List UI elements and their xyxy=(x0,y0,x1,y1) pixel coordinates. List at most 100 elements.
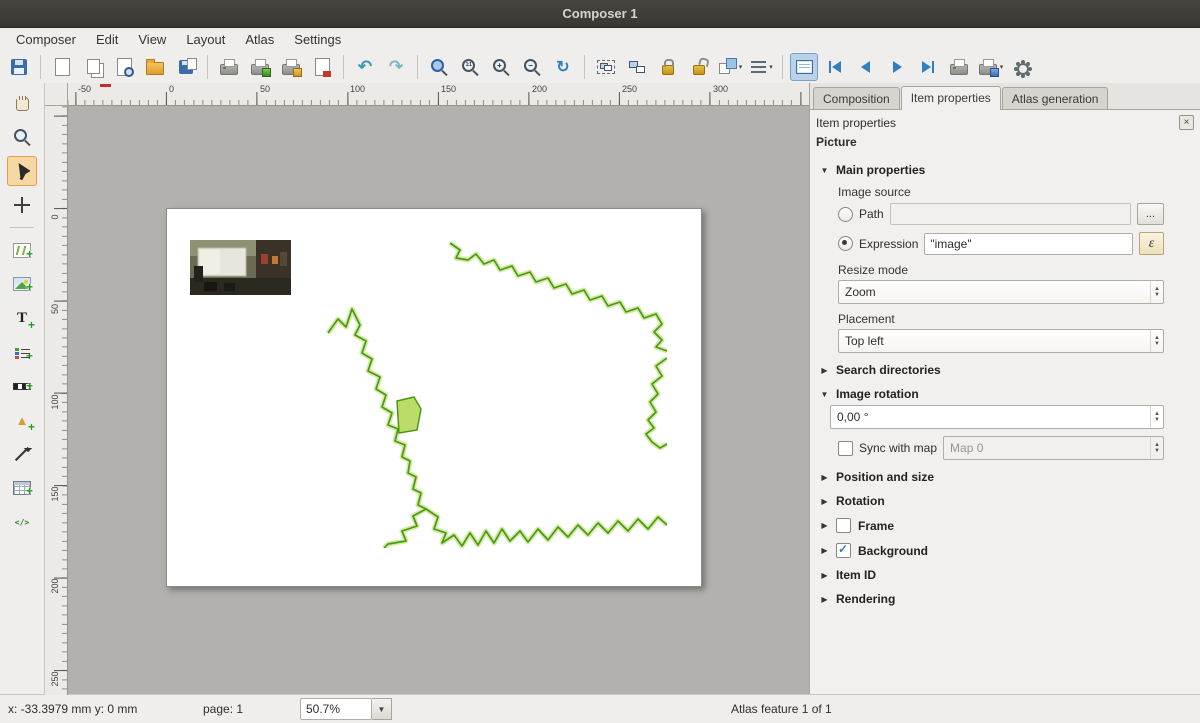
panel-tabs: CompositionItem propertiesAtlas generati… xyxy=(810,83,1200,110)
menu-atlas[interactable]: Atlas xyxy=(235,30,284,49)
raise-selected-items-button[interactable]: ▾ xyxy=(716,53,744,81)
move-item-content-tool-button[interactable] xyxy=(7,190,37,220)
section-image-rotation[interactable]: ▼ Image rotation xyxy=(820,387,1164,401)
group-items-button[interactable] xyxy=(592,53,620,81)
atlas-next-feature-button[interactable] xyxy=(883,53,911,81)
collapse-arrow-icon: ▼ xyxy=(820,166,829,175)
new-composition-button[interactable] xyxy=(48,53,76,81)
collapse-arrow-icon: ▶ xyxy=(820,473,829,482)
sync-with-map-checkbox[interactable] xyxy=(838,441,853,456)
section-rendering[interactable]: ▶ Rendering xyxy=(820,592,1164,606)
menu-view[interactable]: View xyxy=(128,30,176,49)
background-checkbox[interactable]: ✓ xyxy=(836,543,851,558)
unlock-all-items-button[interactable] xyxy=(685,53,713,81)
undo-icon: ↶ xyxy=(355,57,375,77)
save-as-template-button[interactable] xyxy=(172,53,200,81)
refresh-view-button[interactable]: ↻ xyxy=(549,53,577,81)
duplicate-composition-button[interactable] xyxy=(79,53,107,81)
undo-button[interactable]: ↶ xyxy=(351,53,379,81)
align-items-button[interactable]: ▾ xyxy=(747,53,775,81)
atlas-previous-feature-button[interactable] xyxy=(852,53,880,81)
path-input[interactable] xyxy=(890,203,1131,225)
zoom-out-button[interactable]: − xyxy=(518,53,546,81)
picture-item[interactable] xyxy=(190,240,291,295)
save-project-button[interactable] xyxy=(5,53,33,81)
add-basic-shape-button[interactable]: ▲+ xyxy=(7,405,37,435)
frame-checkbox[interactable] xyxy=(836,518,851,533)
tab-composition[interactable]: Composition xyxy=(813,87,900,109)
export-as-svg-button[interactable] xyxy=(277,53,305,81)
panel-close-button[interactable]: × xyxy=(1179,115,1194,130)
add-image-button[interactable]: + xyxy=(7,269,37,299)
new-composition-icon xyxy=(55,58,70,76)
zoom-dropdown-button[interactable]: ▼ xyxy=(372,698,392,720)
atlas-last-feature-icon xyxy=(918,57,938,77)
redo-button[interactable]: ↷ xyxy=(382,53,410,81)
zoom-actual-size-button[interactable]: 1:1 xyxy=(456,53,484,81)
ungroup-items-icon xyxy=(629,61,645,73)
placement-select[interactable]: Top left ▲▼ xyxy=(838,329,1164,353)
section-rotation[interactable]: ▶ Rotation xyxy=(820,494,1164,508)
tab-item-properties[interactable]: Item properties xyxy=(901,86,1001,110)
toolbar-separator xyxy=(207,55,208,79)
atlas-preview-icon xyxy=(796,60,813,74)
add-new-label-button[interactable]: T+ xyxy=(7,303,37,333)
print-atlas-button[interactable] xyxy=(945,53,973,81)
menubar: ComposerEditViewLayoutAtlasSettings xyxy=(0,28,1200,50)
page-indicator: page: 1 xyxy=(203,702,243,716)
expression-builder-button[interactable]: ε xyxy=(1139,232,1164,255)
export-atlas-button[interactable]: ▾ xyxy=(976,53,1004,81)
section-background[interactable]: ▶ ✓ Background xyxy=(820,543,1164,558)
atlas-last-feature-button[interactable] xyxy=(914,53,942,81)
zoom-value-field[interactable]: 50.7% xyxy=(300,698,372,720)
menu-settings[interactable]: Settings xyxy=(284,30,351,49)
map-select[interactable]: Map 0 ▲▼ xyxy=(943,436,1164,460)
spin-arrows-icon[interactable]: ▲▼ xyxy=(1150,406,1163,428)
atlas-preview-button[interactable] xyxy=(790,53,818,81)
resize-mode-select[interactable]: Zoom ▲▼ xyxy=(838,280,1164,304)
load-from-template-button[interactable] xyxy=(141,53,169,81)
section-frame[interactable]: ▶ Frame xyxy=(820,518,1164,533)
section-item-id[interactable]: ▶ Item ID xyxy=(820,568,1164,582)
browse-button[interactable]: ... xyxy=(1137,203,1164,225)
export-as-pdf-button[interactable] xyxy=(308,53,336,81)
menu-layout[interactable]: Layout xyxy=(176,30,235,49)
add-new-map-button[interactable]: + xyxy=(7,235,37,265)
pan-tool-button[interactable] xyxy=(7,88,37,118)
atlas-first-feature-button[interactable] xyxy=(821,53,849,81)
image-rotation-spinbox[interactable]: 0,00 ° ▲▼ xyxy=(830,405,1164,429)
add-attribute-table-button[interactable]: + xyxy=(7,473,37,503)
export-as-image-button[interactable] xyxy=(246,53,274,81)
composition-manager-button[interactable] xyxy=(110,53,138,81)
composition-page[interactable] xyxy=(166,208,702,587)
section-position-and-size[interactable]: ▶ Position and size xyxy=(820,470,1164,484)
move-item-content-tool-icon xyxy=(12,195,32,215)
atlas-settings-button[interactable] xyxy=(1007,53,1035,81)
lock-selected-items-button[interactable] xyxy=(654,53,682,81)
menu-composer[interactable]: Composer xyxy=(6,30,86,49)
resize-mode-label: Resize mode xyxy=(838,263,1164,277)
map-item[interactable] xyxy=(300,237,667,548)
composition-canvas[interactable] xyxy=(67,105,809,695)
expression-input[interactable]: "image" xyxy=(924,233,1133,255)
tab-atlas-generation[interactable]: Atlas generation xyxy=(1002,87,1109,109)
ungroup-items-button[interactable] xyxy=(623,53,651,81)
add-arrow-button[interactable] xyxy=(7,439,37,469)
zoom-tool-button[interactable] xyxy=(7,122,37,152)
menu-edit[interactable]: Edit xyxy=(86,30,128,49)
expression-radio[interactable] xyxy=(838,236,853,251)
print-button[interactable] xyxy=(215,53,243,81)
v-ruler-label: 200 xyxy=(49,576,61,596)
zoom-full-button[interactable] xyxy=(425,53,453,81)
zoom-combobox[interactable]: 50.7% ▼ xyxy=(300,698,392,720)
zoom-in-button[interactable]: + xyxy=(487,53,515,81)
collapse-arrow-icon: ▼ xyxy=(820,390,829,399)
add-new-scalebar-button[interactable]: + xyxy=(7,371,37,401)
section-main-properties[interactable]: ▼ Main properties xyxy=(820,163,1164,177)
add-new-legend-button[interactable]: + xyxy=(7,337,37,367)
section-search-directories[interactable]: ▶ Search directories xyxy=(820,363,1164,377)
add-html-frame-button[interactable]: </> xyxy=(7,507,37,537)
atlas-first-feature-icon xyxy=(825,57,845,77)
path-radio[interactable] xyxy=(838,207,853,222)
select-move-item-tool-button[interactable] xyxy=(7,156,37,186)
